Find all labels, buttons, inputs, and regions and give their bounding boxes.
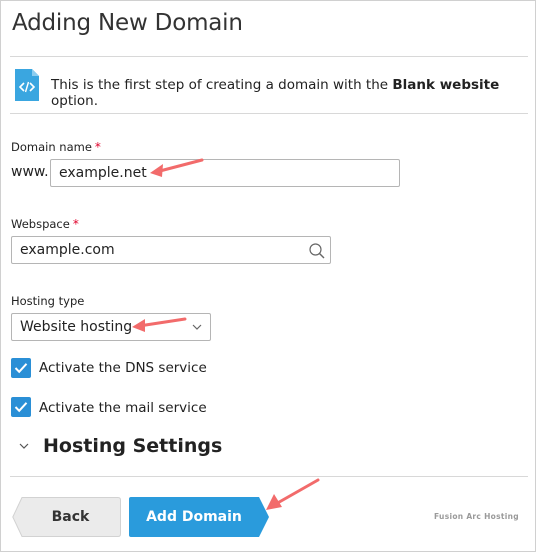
hosting-type-label: Hosting type — [11, 294, 85, 308]
annotation-arrow-icon — [132, 317, 187, 332]
info-bold-option: Blank website — [392, 77, 500, 93]
dns-checkbox-label[interactable]: Activate the DNS service — [39, 360, 207, 376]
hosting-settings-toggle[interactable]: Hosting Settings — [43, 435, 222, 457]
back-button[interactable]: Back — [12, 497, 121, 537]
webspace-label: Webspace * — [11, 217, 79, 231]
watermark: Fusion Arc Hosting — [434, 512, 519, 521]
chevron-down-icon[interactable] — [19, 442, 29, 450]
title-divider — [10, 56, 528, 57]
code-file-icon — [15, 69, 39, 101]
page-title: Adding New Domain — [12, 10, 243, 36]
add-domain-button-label: Add Domain — [146, 509, 242, 525]
chevron-down-icon — [192, 324, 202, 330]
checkmark-icon — [14, 363, 28, 374]
webspace-value: example.com — [20, 242, 115, 258]
www-prefix: www. — [11, 164, 49, 180]
annotation-arrow-icon — [266, 478, 320, 510]
mail-checkbox-label[interactable]: Activate the mail service — [39, 400, 207, 416]
add-domain-button[interactable]: Add Domain — [129, 497, 269, 537]
mail-checkbox[interactable] — [11, 397, 31, 417]
required-mark: * — [72, 217, 79, 231]
checkmark-icon — [14, 402, 28, 413]
required-mark: * — [94, 140, 101, 154]
domain-name-input[interactable]: example.net — [50, 159, 400, 187]
info-divider — [10, 113, 528, 114]
domain-name-label: Domain name * — [11, 140, 101, 154]
search-icon[interactable] — [308, 242, 326, 260]
webspace-input[interactable]: example.com — [11, 236, 331, 264]
back-button-label: Back — [51, 509, 90, 525]
hosting-type-value: Website hosting — [20, 319, 133, 335]
dns-checkbox[interactable] — [11, 358, 31, 378]
annotation-arrow-icon — [150, 158, 204, 177]
info-message: This is the first step of creating a dom… — [51, 77, 500, 109]
